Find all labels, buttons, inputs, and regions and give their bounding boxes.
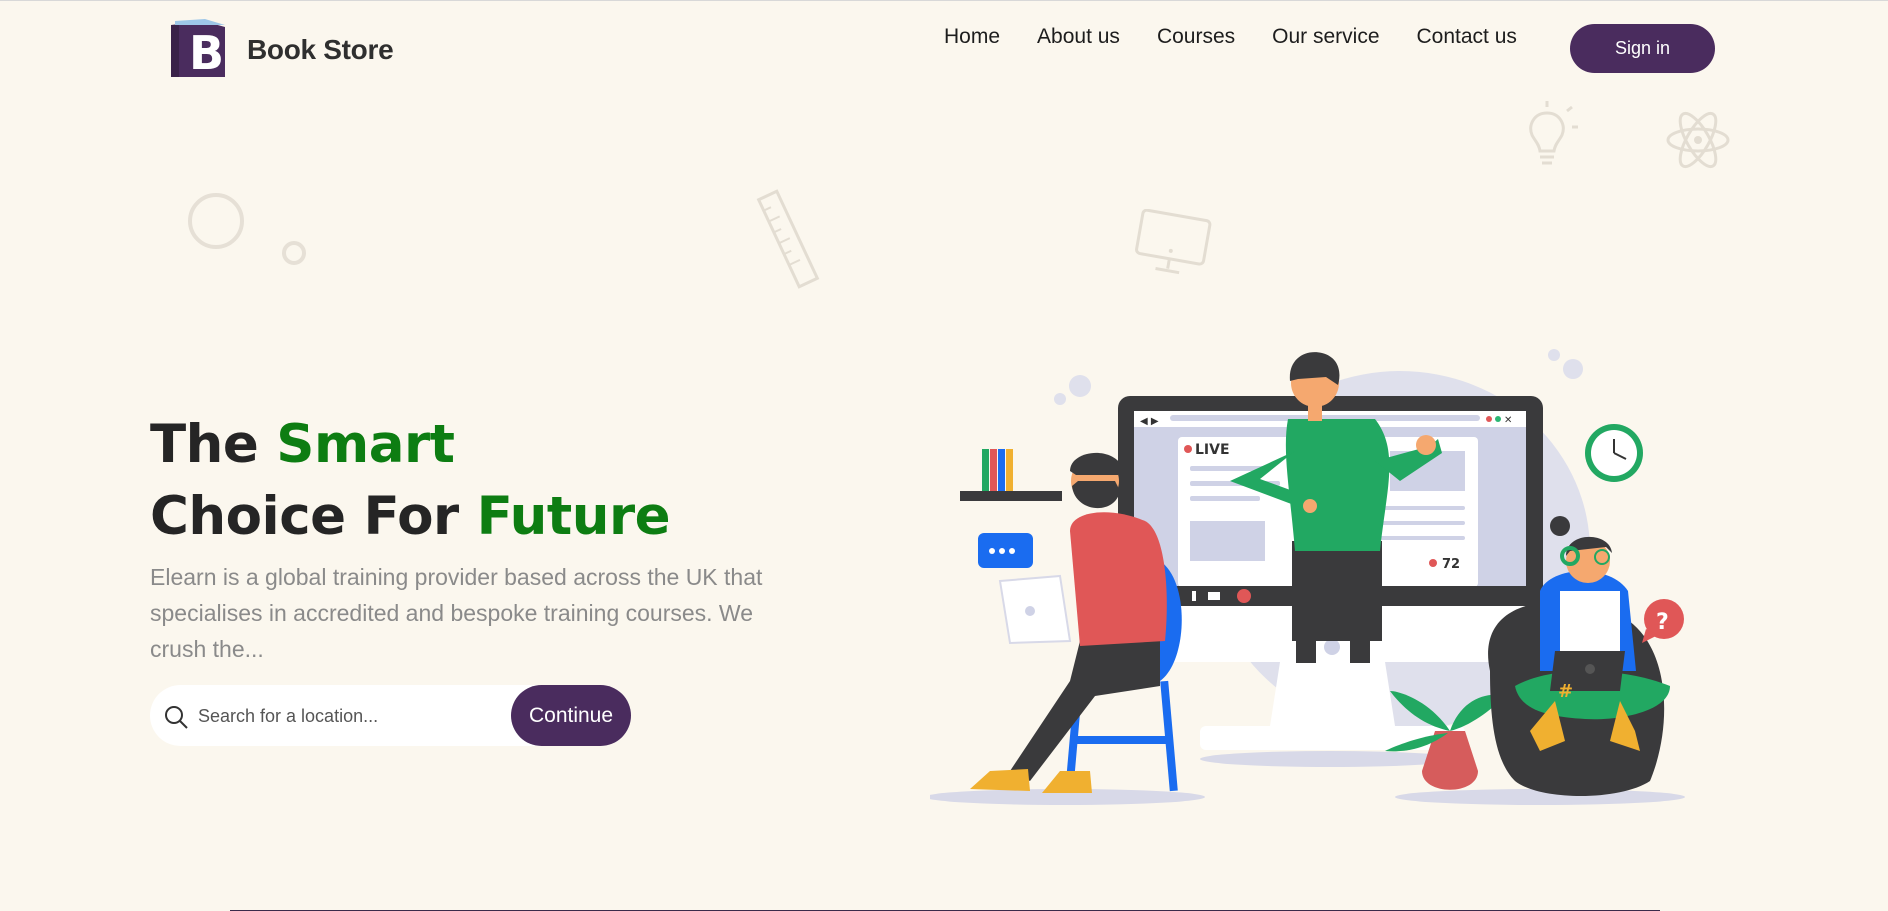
main-nav: Home About us Courses Our service Contac… bbox=[944, 25, 1554, 49]
hero-title-line1-accent: Smart bbox=[276, 414, 455, 475]
hero-illustration: ◀ ▶ ✕ LIVE 72 # ? bbox=[930, 349, 1685, 805]
nav-home[interactable]: Home bbox=[944, 25, 1000, 49]
question-mark: ? bbox=[1656, 610, 1669, 635]
live-label: LIVE bbox=[1195, 442, 1230, 458]
svg-text:✕: ✕ bbox=[1504, 415, 1512, 426]
nav-contact-us[interactable]: Contact us bbox=[1417, 25, 1517, 49]
logo-letter: B bbox=[189, 26, 224, 80]
wall-clock bbox=[1585, 424, 1643, 482]
atom-outline-icon bbox=[1666, 111, 1730, 169]
question-bubble: ? bbox=[1642, 599, 1684, 643]
small-circle-outline-icon bbox=[282, 241, 306, 265]
ruler-icon bbox=[756, 189, 820, 289]
svg-text:◀ ▶: ◀ ▶ bbox=[1140, 416, 1159, 427]
bubble-dot bbox=[1069, 375, 1091, 397]
location-search-input[interactable] bbox=[198, 699, 498, 733]
lightbulb-outline-icon bbox=[1529, 101, 1578, 165]
hero-title-line1-plain: The bbox=[150, 414, 277, 475]
monitor-outline-icon bbox=[1135, 209, 1212, 275]
hero-title: The Smart Choice For Future bbox=[150, 409, 671, 553]
book-logo-icon: B bbox=[171, 19, 225, 80]
hero-description: Elearn is a global training provider bas… bbox=[150, 564, 763, 662]
hero-title-line2-accent: Future bbox=[476, 486, 671, 547]
hashtag-sticker: # bbox=[1558, 681, 1573, 702]
nav-about-us[interactable]: About us bbox=[1037, 25, 1120, 49]
sign-in-button[interactable]: Sign in bbox=[1570, 24, 1715, 73]
hero-title-line2-plain: Choice For bbox=[150, 486, 477, 547]
viewer-count: 72 bbox=[1442, 557, 1460, 572]
search-icon bbox=[165, 706, 188, 729]
circle-outline-icon bbox=[188, 193, 244, 249]
nav-courses[interactable]: Courses bbox=[1157, 25, 1235, 49]
nav-our-service[interactable]: Our service bbox=[1272, 25, 1379, 49]
page: B Book Store Home About us Courses Our s… bbox=[0, 1, 1888, 911]
brand-logo[interactable]: B Book Store bbox=[167, 19, 394, 81]
location-search-bar: Continue bbox=[150, 685, 631, 746]
brand-name: Book Store bbox=[247, 34, 394, 65]
continue-button[interactable]: Continue bbox=[511, 685, 631, 746]
